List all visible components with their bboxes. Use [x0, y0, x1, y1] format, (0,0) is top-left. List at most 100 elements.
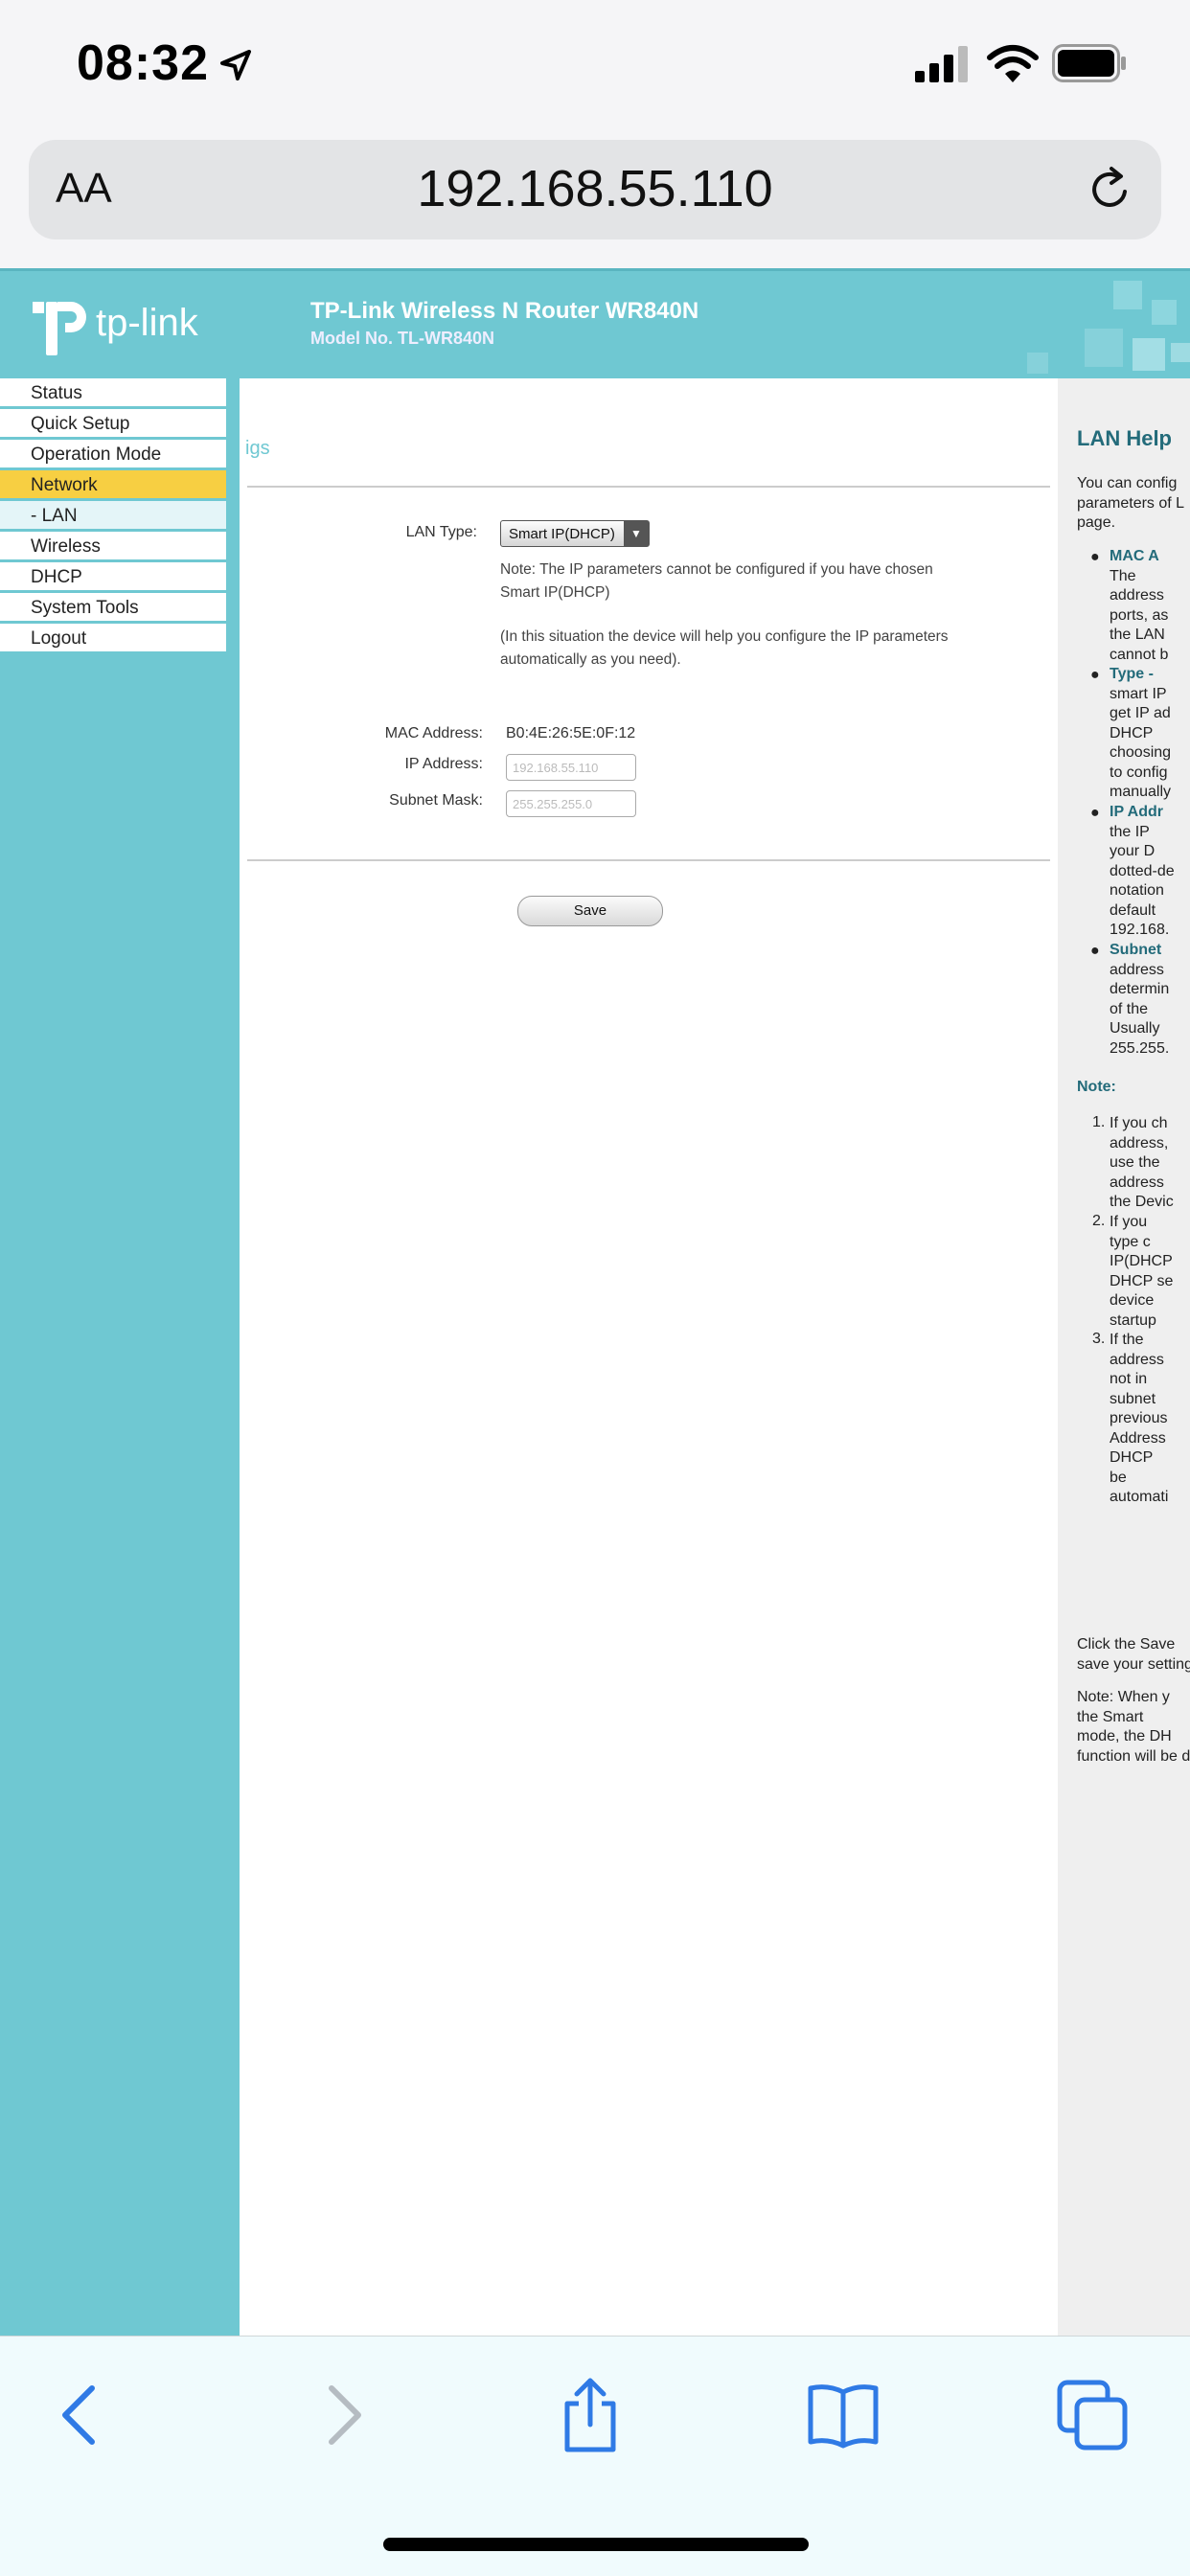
- help-bullet-type: Type - smart IP get IP ad DHCP choosing …: [1110, 665, 1190, 803]
- logo-text: tp-link: [96, 302, 198, 344]
- help-line: DHCP se: [1110, 1272, 1174, 1289]
- help-line: DHCP: [1110, 1449, 1154, 1466]
- help-line: function will be d: [1077, 1747, 1190, 1765]
- help-line: If you ch: [1110, 1115, 1168, 1131]
- help-line: Type -: [1110, 666, 1154, 682]
- back-icon[interactable]: [44, 2377, 121, 2453]
- help-line: the LAN: [1110, 627, 1165, 643]
- sidebar-item-system-tools[interactable]: System Tools: [0, 593, 226, 624]
- sidebar-item-logout[interactable]: Logout: [0, 624, 226, 654]
- help-line: address,: [1110, 1134, 1169, 1151]
- help-line: IP(DHCP: [1110, 1253, 1173, 1269]
- help-line: ports, as: [1110, 606, 1169, 624]
- help-bullet-mac: MAC A The address ports, as the LAN cann…: [1110, 547, 1190, 665]
- help-line: startup: [1110, 1311, 1156, 1329]
- sidebar-item-network[interactable]: Network: [0, 470, 226, 501]
- help-note-2: If you type c IP(DHCP DHCP se device sta…: [1110, 1213, 1190, 1331]
- divider: [247, 486, 1050, 488]
- help-line: notation: [1110, 882, 1164, 899]
- help-line: Note: When y: [1077, 1689, 1170, 1705]
- help-line: not in: [1110, 1371, 1148, 1387]
- banner-decoration: [1027, 281, 1190, 374]
- router-title: TP-Link Wireless N Router WR840N: [310, 298, 699, 324]
- help-line: the IP: [1110, 823, 1150, 840]
- cellular-signal-icon: [915, 46, 968, 82]
- browser-toolbar: [0, 2336, 1190, 2576]
- address-bar[interactable]: AA 192.168.55.110: [29, 140, 1161, 239]
- subnet-mask-field[interactable]: 255.255.255.0: [506, 790, 636, 817]
- help-line: get IP ad: [1110, 705, 1171, 721]
- help-note-2-paragraph: Note: When y the Smart mode, the DH func…: [1077, 1688, 1190, 1767]
- bookmarks-icon[interactable]: [805, 2377, 881, 2453]
- lan-type-select[interactable]: Smart IP(DHCP) ▼: [500, 520, 650, 547]
- help-line: address: [1110, 587, 1164, 604]
- ip-address-field[interactable]: 192.168.55.110: [506, 754, 636, 781]
- help-line: type c: [1110, 1233, 1151, 1250]
- help-line: You can config: [1077, 475, 1178, 491]
- help-panel: LAN Help You can config parameters of L …: [1058, 378, 1190, 2336]
- help-line: device: [1110, 1292, 1155, 1309]
- home-indicator[interactable]: [383, 2538, 809, 2551]
- note-line: Note: The IP parameters cannot be config…: [500, 561, 933, 578]
- help-line: choosing: [1110, 744, 1172, 761]
- help-line: Subnet: [1110, 942, 1162, 958]
- help-line: MAC A: [1110, 548, 1159, 564]
- help-bullet-subnet: Subnet address determin of the Usually 2…: [1110, 941, 1190, 1059]
- help-note-1: If you ch address, use the address the D…: [1110, 1114, 1190, 1213]
- clock: 08:32: [77, 35, 209, 91]
- help-line: be: [1110, 1469, 1127, 1486]
- help-line: your D: [1110, 843, 1156, 859]
- help-line: to config: [1110, 764, 1168, 781]
- help-line: automati: [1110, 1489, 1169, 1505]
- help-line: save your setting: [1077, 1655, 1190, 1673]
- mac-address-label: MAC Address:: [384, 725, 483, 741]
- mac-address-value: B0:4E:26:5E:0F:12: [506, 725, 636, 741]
- sidebar-item-quick-setup[interactable]: Quick Setup: [0, 409, 226, 440]
- url-text[interactable]: 192.168.55.110: [29, 159, 1161, 218]
- sidebar-item-lan[interactable]: - LAN: [0, 501, 226, 532]
- bullet-dot: ●: [1090, 667, 1100, 683]
- reload-icon[interactable]: [1083, 163, 1136, 217]
- help-save-paragraph: Click the Save save your setting: [1077, 1635, 1190, 1675]
- help-title: LAN Help: [1077, 426, 1172, 450]
- subnet-mask-label: Subnet Mask:: [389, 792, 483, 809]
- router-page: tp-link TP-Link Wireless N Router WR840N…: [0, 268, 1190, 2336]
- location-arrow-icon: [220, 50, 251, 80]
- sidebar-item-operation-mode[interactable]: Operation Mode: [0, 440, 226, 470]
- lan-type-label: LAN Type:: [405, 524, 477, 540]
- save-button[interactable]: Save: [517, 896, 663, 926]
- tabs-icon[interactable]: [1054, 2377, 1131, 2453]
- help-line: default: [1110, 901, 1156, 919]
- note-number: 2.: [1092, 1213, 1106, 1229]
- help-line: mode, the DH: [1077, 1728, 1172, 1744]
- chevron-down-icon: ▼: [624, 521, 649, 546]
- ip-address-label: IP Address:: [404, 756, 483, 772]
- help-note-3: If the address not in subnet previous Ad…: [1110, 1331, 1190, 1508]
- help-line: parameters of L: [1077, 494, 1185, 512]
- sidebar-item-dhcp[interactable]: DHCP: [0, 562, 226, 593]
- help-line: Click the Save: [1077, 1636, 1176, 1653]
- sidebar-menu: Status Quick Setup Operation Mode Networ…: [0, 378, 240, 2336]
- help-line: use the: [1110, 1154, 1160, 1171]
- sidebar-item-status[interactable]: Status: [0, 378, 226, 409]
- help-line: of the: [1110, 1000, 1149, 1017]
- sidebar-item-wireless[interactable]: Wireless: [0, 532, 226, 562]
- help-line: If the: [1110, 1332, 1144, 1348]
- help-line: subnet: [1110, 1390, 1156, 1407]
- forward-icon[interactable]: [303, 2377, 379, 2453]
- note-line: automatically as you need).: [500, 651, 681, 668]
- help-line: address: [1110, 1174, 1164, 1191]
- help-line: address: [1110, 961, 1164, 978]
- bullet-dot: ●: [1090, 549, 1100, 565]
- divider: [247, 859, 1050, 861]
- share-icon[interactable]: [552, 2377, 629, 2453]
- lan-type-selected: Smart IP(DHCP): [509, 526, 615, 542]
- bullet-dot: ●: [1090, 805, 1100, 821]
- lan-settings-panel: igs LAN Type: Smart IP(DHCP) ▼ Note: The…: [240, 378, 1058, 2336]
- help-line: determin: [1110, 981, 1170, 997]
- help-line: If you: [1110, 1214, 1148, 1230]
- status-bar: 08:32: [0, 0, 1190, 134]
- help-bullet-ip: IP Addr the IP your D dotted-de notation…: [1110, 803, 1190, 941]
- help-line: the Smart: [1077, 1708, 1144, 1725]
- help-line: smart IP: [1110, 685, 1167, 702]
